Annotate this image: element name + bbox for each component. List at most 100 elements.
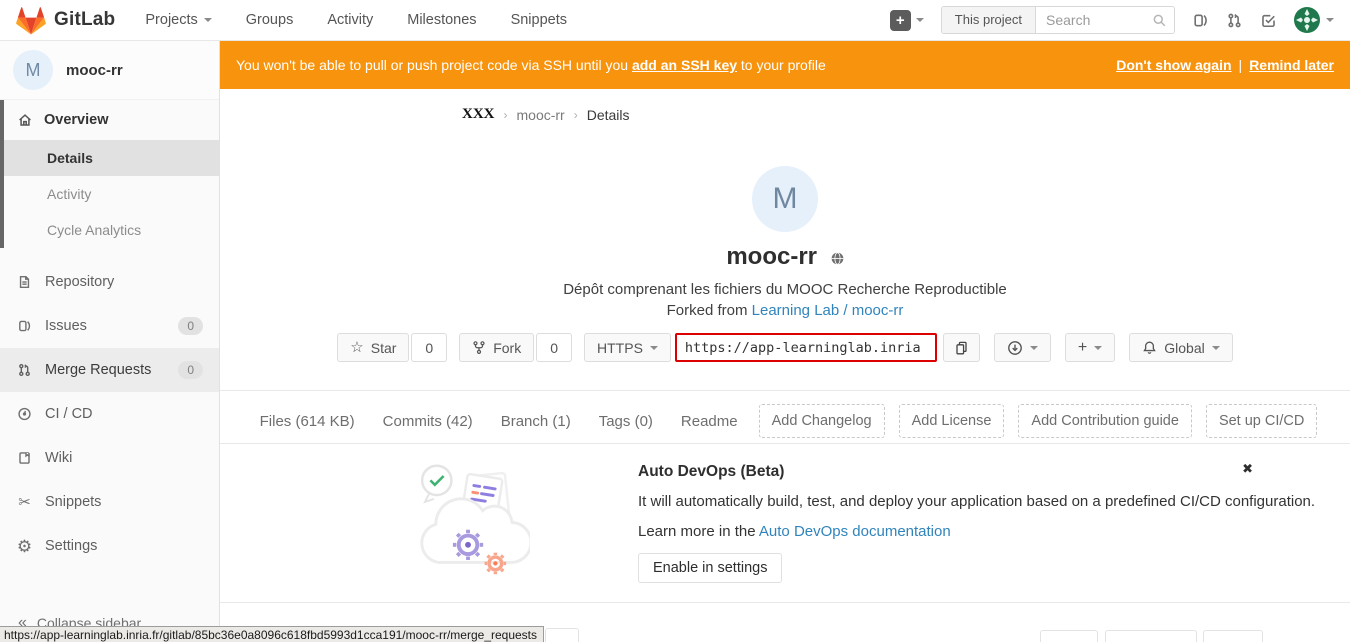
breadcrumb-project[interactable]: mooc-rr (517, 107, 565, 123)
project-title-row: mooc-rr (220, 243, 1350, 272)
nav-snippets[interactable]: Snippets (511, 12, 567, 28)
star-icon: ☆ (350, 340, 363, 355)
book-icon (16, 450, 33, 466)
browser-status-bar: https://app-learninglab.inria.fr/gitlab/… (0, 626, 544, 642)
plus-icon: + (890, 10, 911, 31)
breadcrumb-group[interactable]: XXX (462, 106, 495, 123)
sidebar-item-details[interactable]: Details (4, 140, 219, 176)
chevron-down-icon (650, 346, 658, 350)
search-scope-label: This project (942, 7, 1036, 33)
add-ssh-key-link[interactable]: add an SSH key (632, 57, 737, 73)
sidebar-item-ci-cd[interactable]: CI / CD (0, 392, 219, 436)
breadcrumb: XXX › mooc-rr › Details (462, 106, 630, 123)
sidebar-project-header[interactable]: M mooc-rr (0, 41, 219, 100)
gitlab-logo[interactable]: GitLab (16, 6, 115, 35)
user-menu[interactable] (1294, 7, 1334, 33)
breadcrumb-separator: › (574, 108, 578, 122)
remind-later-link[interactable]: Remind later (1249, 57, 1334, 73)
search-bar: This project (941, 6, 1175, 34)
forked-from-link[interactable]: Learning Lab / mooc-rr (752, 302, 904, 319)
sidebar-item-snippets[interactable]: ✂ Snippets (0, 480, 219, 524)
sidebar-item-issues[interactable]: Issues 0 (0, 304, 219, 348)
project-title: mooc-rr (726, 243, 817, 270)
protocol-dropdown[interactable]: HTTPS (584, 333, 671, 362)
nav-projects[interactable]: Projects (145, 12, 211, 28)
main-content: XXX › mooc-rr › Details M mooc-rr Dépôt … (220, 89, 1350, 642)
fork-count[interactable]: 0 (536, 333, 572, 362)
sidebar-section-overview: Overview Details Activity Cycle Analytic… (0, 100, 219, 248)
home-icon (16, 112, 33, 128)
merge-requests-icon[interactable] (1226, 12, 1243, 29)
merge-requests-count-badge: 0 (178, 361, 203, 379)
sidebar-item-activity[interactable]: Activity (4, 176, 219, 212)
nav-groups[interactable]: Groups (246, 12, 294, 28)
sidebar-item-wiki[interactable]: Wiki (0, 436, 219, 480)
tab-tags[interactable]: Tags (0) (599, 413, 653, 430)
nav-milestones[interactable]: Milestones (407, 12, 476, 28)
devops-body: It will automatically build, test, and d… (638, 493, 1315, 510)
sidebar-item-repository[interactable]: Repository (0, 260, 219, 304)
gear-icon: ⚙ (16, 538, 33, 555)
download-dropdown[interactable] (994, 333, 1051, 362)
enable-in-settings-button[interactable]: Enable in settings (638, 553, 782, 583)
project-avatar-large: M (752, 166, 818, 232)
project-sidebar: M mooc-rr Overview Details Activity Cycl… (0, 41, 220, 642)
sidebar-item-merge-requests[interactable]: Merge Requests 0 (0, 348, 219, 392)
public-globe-icon (831, 244, 844, 272)
fork-icon (472, 340, 486, 355)
devops-learn-more: Learn more in the Auto DevOps documentat… (638, 523, 951, 540)
partial-button[interactable] (1105, 630, 1197, 642)
sidebar-item-cycle-analytics[interactable]: Cycle Analytics (4, 212, 219, 248)
todos-icon[interactable] (1260, 12, 1277, 29)
tab-readme[interactable]: Readme (681, 413, 738, 430)
notification-setting-button[interactable]: Global (1129, 333, 1232, 362)
partial-button[interactable] (545, 628, 579, 642)
breadcrumb-separator: › (504, 108, 508, 122)
sidebar-item-settings[interactable]: ⚙ Settings (0, 524, 219, 568)
auto-devops-callout: Auto DevOps (Beta) It will automatically… (220, 455, 1350, 602)
fork-button[interactable]: Fork (459, 333, 534, 362)
star-count[interactable]: 0 (411, 333, 447, 362)
sidebar-project-name: mooc-rr (66, 62, 123, 79)
close-icon[interactable]: ✖ (1242, 461, 1253, 477)
primary-nav: Projects Groups Activity Milestones Snip… (145, 12, 567, 28)
avatar (1294, 7, 1320, 33)
add-license-button[interactable]: Add License (899, 404, 1005, 438)
sidebar-item-overview[interactable]: Overview (4, 100, 219, 140)
divider (220, 443, 1350, 444)
breadcrumb-page: Details (587, 107, 630, 123)
dont-show-again-link[interactable]: Don't show again (1116, 57, 1231, 73)
chevron-down-icon (916, 18, 924, 22)
tab-branches[interactable]: Branch (1) (501, 413, 571, 430)
chevron-down-icon (1212, 346, 1220, 350)
project-avatar: M (13, 50, 53, 90)
clone-url-input[interactable] (675, 333, 937, 362)
copy-url-button[interactable] (943, 333, 980, 362)
setup-cicd-button[interactable]: Set up CI/CD (1206, 404, 1317, 438)
issues-icon (16, 318, 33, 334)
ssh-warning-banner: You won't be able to pull or push projec… (220, 41, 1350, 89)
chevron-down-icon (1094, 346, 1102, 350)
nav-activity[interactable]: Activity (327, 12, 373, 28)
chevron-down-icon (1326, 18, 1334, 22)
tab-files[interactable]: Files (614 KB) (260, 413, 355, 430)
partial-button[interactable] (1203, 630, 1263, 642)
tab-commits[interactable]: Commits (42) (383, 413, 473, 430)
gauge-icon (16, 406, 33, 422)
issues-count-badge: 0 (178, 317, 203, 335)
star-button[interactable]: ☆ Star (337, 333, 409, 362)
brand-name: GitLab (54, 9, 115, 31)
plus-icon: + (1078, 339, 1087, 357)
add-contribution-guide-button[interactable]: Add Contribution guide (1018, 404, 1192, 438)
new-menu-button[interactable]: + (890, 10, 924, 31)
banner-text-after: to your profile (741, 57, 826, 73)
partial-button[interactable] (1040, 630, 1098, 642)
add-changelog-button[interactable]: Add Changelog (759, 404, 885, 438)
devops-title: Auto DevOps (Beta) (638, 463, 784, 481)
sidebar-menu: Repository Issues 0 M (0, 260, 219, 568)
issues-icon[interactable] (1192, 12, 1209, 29)
project-actions-row: ☆ Star 0 Fork 0 HTTPS (220, 333, 1350, 362)
document-icon (16, 274, 33, 290)
new-item-dropdown[interactable]: + (1065, 333, 1115, 362)
devops-docs-link[interactable]: Auto DevOps documentation (759, 523, 951, 540)
